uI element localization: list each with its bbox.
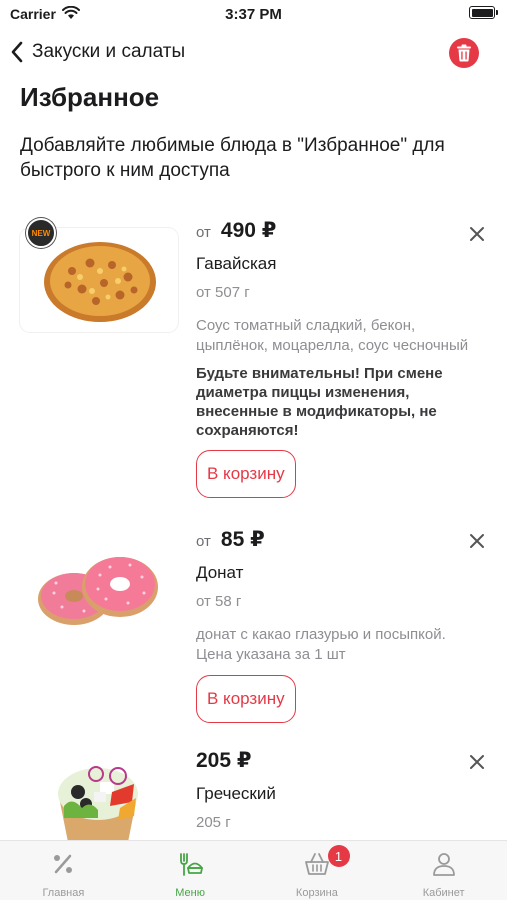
item-info: от 85 ₽ Донат от 58 г донат с какао глаз…	[196, 527, 486, 723]
item-description: Соус томатный сладкий, бекон, цыплёнок, …	[196, 317, 469, 354]
item-price: 490 ₽	[220, 219, 277, 242]
item-weight: от 507 г	[196, 284, 250, 301]
clear-favorites-button[interactable]	[449, 38, 479, 68]
back-button[interactable]: Закуски и салаты	[10, 36, 185, 68]
item-image[interactable]: NEW	[20, 218, 178, 332]
tab-label: Кабинет	[422, 887, 465, 899]
item-description: донат с какао глазурью и посыпкой. Цена …	[196, 626, 446, 663]
item-info: 205 ₽ Греческий 205 г	[196, 748, 486, 836]
item-price: 85 ₽	[220, 528, 265, 551]
item-price: 205 ₽	[196, 749, 252, 772]
tab-menu[interactable]: Меню	[127, 841, 254, 900]
item-name: Греческий	[196, 784, 276, 803]
add-to-cart-button[interactable]: В корзину	[196, 450, 296, 498]
tab-home[interactable]: Главная	[0, 841, 127, 900]
price-row: от 85 ₽	[196, 527, 486, 557]
item-image[interactable]	[20, 537, 178, 641]
price-from-label: от	[196, 224, 211, 241]
back-label: Закуски и салаты	[32, 41, 186, 62]
item-name: Донат	[196, 563, 244, 582]
price-from-label: от	[196, 533, 211, 550]
remove-favorite-icon[interactable]	[467, 224, 487, 244]
trash-icon	[457, 44, 471, 62]
percent-icon	[54, 854, 73, 874]
status-bar: Carrier 3:37 PM	[0, 0, 507, 30]
item-weight: от 58 г	[196, 593, 242, 610]
item-name: Гавайская	[196, 254, 277, 273]
price-row: 205 ₽	[196, 748, 486, 778]
page-title: Избранное	[20, 82, 160, 112]
tab-label: Корзина	[295, 887, 338, 899]
donut-image	[38, 557, 158, 625]
item-weight: 205 г	[196, 814, 231, 831]
person-icon	[432, 853, 455, 876]
menu-food-icon	[180, 853, 204, 876]
tab-bar: Главная Меню 1 Корзина Кабинет	[0, 840, 507, 900]
tab-account[interactable]: Кабинет	[380, 841, 507, 900]
price-row: от 490 ₽	[196, 218, 486, 248]
cart-count-badge: 1	[327, 845, 350, 867]
tab-cart[interactable]: 1 Корзина	[254, 841, 381, 900]
remove-favorite-icon[interactable]	[467, 752, 487, 772]
chevron-left-icon	[11, 41, 23, 63]
new-badge: NEW	[26, 218, 56, 248]
pizza-image	[44, 242, 156, 322]
status-time: 3:37 PM	[225, 6, 282, 23]
item-info: от 490 ₽ Гавайская от 507 г Соус томатны…	[196, 218, 486, 498]
basket-icon	[304, 853, 329, 875]
page-subtitle: Добавляйте любимые блюда в "Избранное" д…	[20, 135, 445, 181]
tab-label: Главная	[42, 887, 85, 899]
nav-bar: Закуски и салаты	[0, 30, 507, 74]
tab-label: Меню	[175, 887, 205, 899]
add-to-cart-button[interactable]: В корзину	[196, 675, 296, 723]
remove-favorite-icon[interactable]	[467, 531, 487, 551]
item-warning: Будьте внимательны! При смене диаметра п…	[196, 365, 443, 439]
salad-image	[58, 766, 138, 842]
battery-icon	[469, 6, 498, 19]
